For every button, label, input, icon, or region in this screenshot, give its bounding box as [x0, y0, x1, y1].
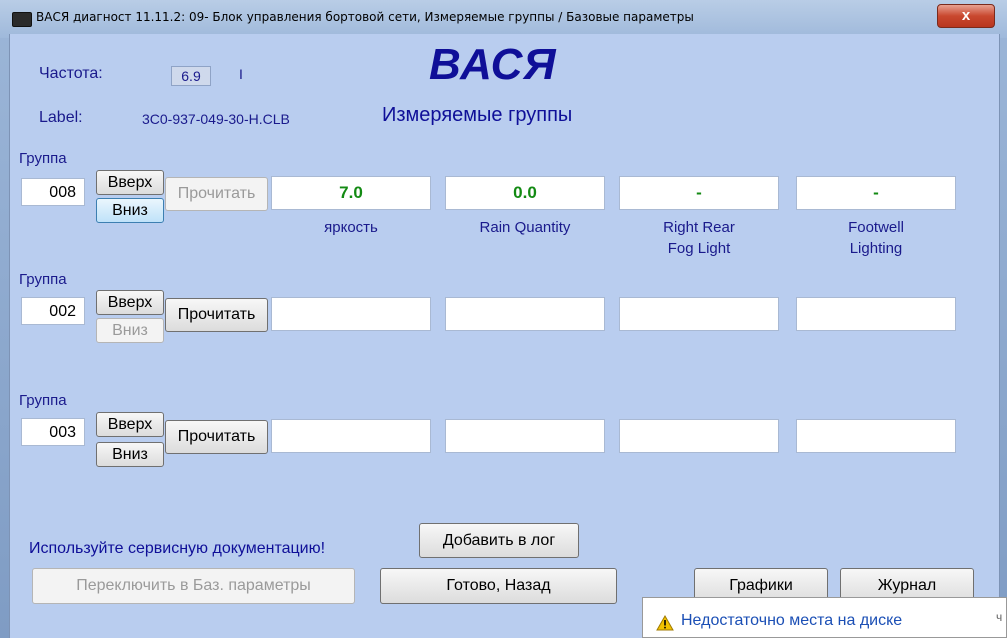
close-button[interactable]: x: [937, 4, 995, 28]
brand-title: ВАСЯ: [429, 40, 557, 89]
service-doc-notice: Используйте сервисную документацию!: [29, 540, 326, 557]
read-button[interactable]: Прочитать: [165, 177, 268, 211]
title-bar[interactable]: ВАСЯ диагност 11.11.2: 09- Блок управлен…: [0, 0, 1007, 38]
client-area: Частота: 6.9 I ВАСЯ Label: 3C0-937-049-3…: [9, 34, 1000, 638]
frequency-label: Частота:: [39, 65, 103, 82]
value-caption: Footwell Lighting: [848, 219, 904, 257]
warning-icon: [656, 615, 674, 631]
frequency-indicator: I: [239, 66, 243, 82]
window-title: ВАСЯ диагност 11.11.2: 09- Блок управлен…: [36, 10, 694, 24]
frequency-value: 6.9: [171, 66, 211, 86]
low-disk-notification[interactable]: Недостаточно места на диске ч: [642, 597, 1007, 638]
value-caption: Rain Quantity: [479, 219, 571, 236]
group-up-button[interactable]: Вверх: [96, 290, 164, 315]
value-field: [619, 419, 779, 453]
page-subtitle: Измеряемые группы: [382, 104, 573, 126]
group-label: Группа: [19, 150, 67, 167]
done-back-button[interactable]: Готово, Назад: [380, 568, 617, 604]
value-field: [445, 419, 605, 453]
label-value: 3C0-937-049-30-H.CLB: [142, 111, 290, 127]
value-field: [271, 297, 431, 331]
read-button[interactable]: Прочитать: [165, 420, 268, 454]
value-field: -: [796, 176, 956, 210]
group-down-button[interactable]: Вниз: [96, 198, 164, 223]
notification-text: Недостаточно места на диске: [681, 612, 903, 629]
value-field: [796, 419, 956, 453]
value-caption: Right Rear Fog Light: [663, 219, 735, 257]
value-field: [619, 297, 779, 331]
group-up-button[interactable]: Вверх: [96, 412, 164, 437]
app-icon: [12, 12, 32, 27]
group-up-button[interactable]: Вверх: [96, 170, 164, 195]
value-caption: яркость: [324, 219, 378, 236]
group-number-input[interactable]: 003: [21, 418, 85, 446]
value-field: [445, 297, 605, 331]
group-number-input[interactable]: 008: [21, 178, 85, 206]
value-field: -: [619, 176, 779, 210]
label-label: Label:: [39, 109, 83, 126]
value-field: [796, 297, 956, 331]
switch-basic-params-button[interactable]: Переключить в Баз. параметры: [32, 568, 355, 604]
group-number-input[interactable]: 002: [21, 297, 85, 325]
read-button[interactable]: Прочитать: [165, 298, 268, 332]
add-to-log-button[interactable]: Добавить в лог: [419, 523, 579, 558]
value-field: [271, 419, 431, 453]
notification-mark: ч: [996, 610, 1003, 624]
value-field: 7.0: [271, 176, 431, 210]
value-field: 0.0: [445, 176, 605, 210]
group-label: Группа: [19, 392, 67, 409]
group-down-button[interactable]: Вниз: [96, 318, 164, 343]
group-label: Группа: [19, 271, 67, 288]
app-window: ВАСЯ диагност 11.11.2: 09- Блок управлен…: [0, 0, 1007, 638]
group-down-button[interactable]: Вниз: [96, 442, 164, 467]
